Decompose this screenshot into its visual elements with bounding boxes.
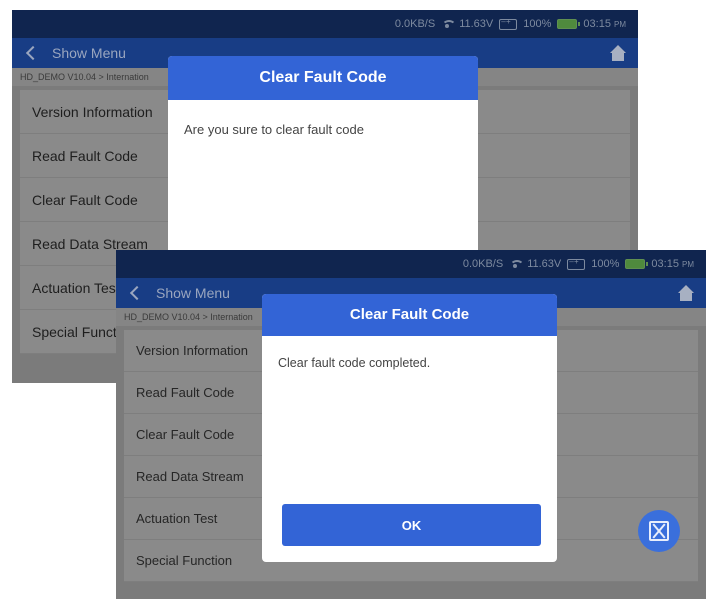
battery-percent: 100% <box>523 18 552 30</box>
dialog-title: Clear Fault Code <box>262 294 557 336</box>
screenshot-icon <box>649 521 669 541</box>
battery-icon <box>625 259 649 269</box>
ok-button[interactable]: OK <box>282 504 541 546</box>
dialog-message: Clear fault code completed. <box>278 356 431 370</box>
wifi-icon <box>441 19 457 29</box>
dialog-title: Clear Fault Code <box>168 56 478 100</box>
battery-icon <box>557 19 581 29</box>
nav-title[interactable]: Show Menu <box>156 285 230 301</box>
clock: 03:15 PM <box>651 258 694 270</box>
status-bar: 0.0KB/S 11.63V 100% 03:15 PM <box>12 10 638 38</box>
result-dialog: Clear Fault Code Clear fault code comple… <box>262 294 557 562</box>
wifi-icon <box>509 259 525 269</box>
chevron-left-icon[interactable] <box>25 45 41 61</box>
status-bar: 0.0KB/S 11.63V 100% 03:15 PM <box>116 250 706 278</box>
net-speed: 0.0KB/S <box>462 258 504 270</box>
voltage-value: 11.63V <box>527 258 562 270</box>
screenshot-button[interactable] <box>638 510 680 552</box>
dialog-message: Are you sure to clear fault code <box>184 122 364 137</box>
battery-voltage-icon <box>499 17 518 30</box>
net-speed: 0.0KB/S <box>394 18 436 30</box>
voltage-value: 11.63V <box>459 18 494 30</box>
home-icon[interactable] <box>678 285 694 301</box>
front-screen: 0.0KB/S 11.63V 100% 03:15 PM Show Menu H… <box>116 250 706 599</box>
chevron-left-icon[interactable] <box>129 285 145 301</box>
battery-percent: 100% <box>591 258 620 270</box>
home-icon[interactable] <box>610 45 626 61</box>
battery-voltage-icon <box>567 257 586 270</box>
nav-title[interactable]: Show Menu <box>52 45 126 61</box>
clock: 03:15 PM <box>583 18 626 30</box>
